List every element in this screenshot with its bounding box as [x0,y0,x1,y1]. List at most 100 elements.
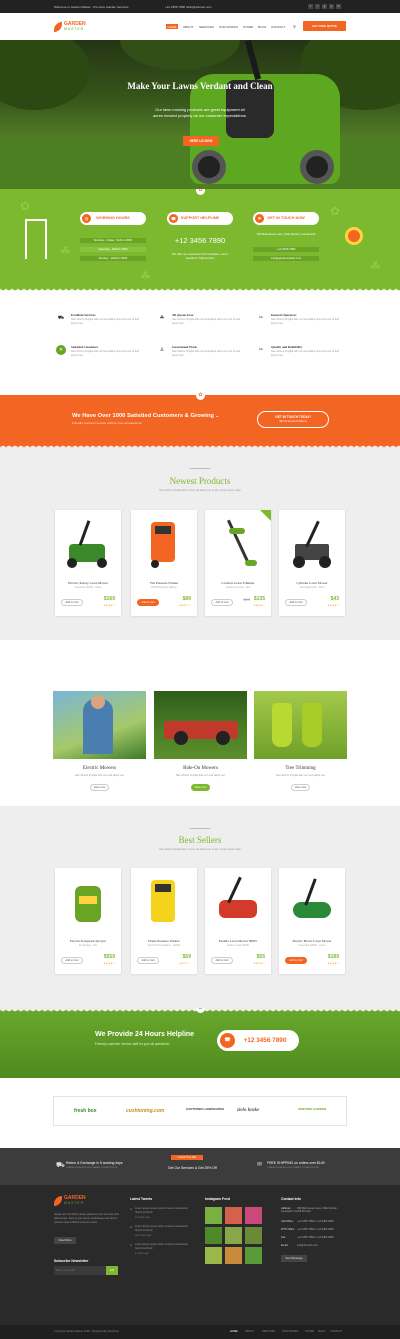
instagram-thumb[interactable] [205,1247,222,1264]
brand-logos: fresh box cushioning.com CAPTURED LANDSC… [53,1096,347,1126]
instagram-thumb[interactable] [205,1227,222,1244]
hero-cta-button[interactable]: HERE US NOW [183,136,219,146]
category-image [254,691,347,759]
get-in-touch-button[interactable]: GET IN TOUCH TODAY! We'll fix all your P… [257,411,329,428]
nav-home[interactable]: HOME [166,24,178,29]
product-name[interactable]: Cylinder Lawn Mower [279,581,345,585]
add-to-cart-button[interactable]: Add to Cart [61,957,83,964]
product-name[interactable]: Electric Hover Lawn Mower [279,939,345,943]
instagram-thumb[interactable] [245,1247,262,1264]
footer-nav-our-works[interactable]: OUR WORKS [282,1330,298,1333]
product-card[interactable]: Yex Pressure Washer 1800W Pressure Washe… [131,510,197,616]
add-to-cart-button[interactable]: Add to Cart [137,599,159,606]
brand-logo[interactable]: fresh box [74,1108,97,1114]
leaf-icon [54,1196,62,1206]
view-more-button[interactable]: View more [191,784,210,791]
footer-nav-contact[interactable]: CONTACT [330,1330,342,1333]
nav-about[interactable]: ABOUT [183,25,193,29]
product-name[interactable]: Electric Knapsack Sprayer [55,939,121,943]
product-name[interactable]: Electric Rotary Lawn Mower [55,581,121,585]
product-card[interactable]: Electric Hover Lawn Mower Greenland 1400… [279,868,345,974]
leaf-badge-icon: ✿ [196,391,205,400]
instagram-thumb[interactable] [245,1227,262,1244]
product-image [61,874,115,930]
newsletter-email-input[interactable] [54,1266,106,1275]
add-to-cart-button[interactable]: Add to Cart [137,957,159,964]
hours-row: Saturday : 9AM to 6PM [80,247,146,252]
send-message-button[interactable]: Send Message [281,1255,307,1262]
add-to-cart-button[interactable]: Add to Cart [211,957,233,964]
twitter-icon: ● [130,1225,132,1229]
product-card[interactable]: Easimo Lawn Mower 800W Garden mower 800W… [205,868,271,974]
logo[interactable]: GARDEN MASTER [54,21,94,34]
helpline-phone-button[interactable]: ☎ +12 3456 7890 [217,1030,299,1051]
nav-our-works[interactable]: OUR WORKS [219,25,238,29]
footer-nav-about[interactable]: ABOUT [245,1330,254,1333]
product-name[interactable]: Easimo Lawn Mower 800W [205,939,271,943]
brand-logo[interactable]: zielo krake [237,1108,259,1113]
category-image [53,691,146,759]
product-meta: Greenleigh Push · 30cm [299,587,325,589]
top-contacts[interactable]: +12 3456 7890 hello@domain.com [165,5,212,9]
category-card[interactable]: Electric Mowers Nam liberto fringilla fe… [53,691,146,801]
product-card[interactable]: Electric Rotary Lawn Mower Greenland 140… [55,510,121,616]
instagram-thumb[interactable] [225,1227,242,1244]
nav-contact[interactable]: CONTACT [271,25,285,29]
product-card[interactable]: Home Pressure Washer Karcher Home Washer… [131,868,197,974]
phone-icon: ☎ [220,1033,235,1048]
get-free-quote-button[interactable]: GET FREE QUOTE [303,21,346,31]
search-icon[interactable]: ⚲ [293,24,296,29]
service-title[interactable]: Get Our Services & Get 25% Off [168,1166,217,1170]
footer-nav-services[interactable]: SERVICES [262,1330,275,1333]
google-icon[interactable]: g [322,3,327,9]
add-to-cart-button[interactable]: Add to Cart [285,957,307,964]
instagram-thumb[interactable] [245,1207,262,1224]
product-card[interactable]: Cordless Grass Trimmer Grassmart a pure … [205,510,271,616]
category-title[interactable]: Electric Mowers [53,766,146,771]
helpline-text: Friendly customer service staff for your… [95,1042,170,1046]
touch-email[interactable]: info@gardenmaster.com [253,256,319,261]
rake-icon [25,219,47,259]
hours-row: Sunday : 10AM to 5PM [80,256,146,261]
add-to-cart-button[interactable]: Add to Cart [61,599,83,606]
nav-blog[interactable]: BLOG [258,25,266,29]
read-more-button[interactable]: Read More [54,1237,76,1244]
product-name[interactable]: Home Pressure Washer [131,939,197,943]
nav-store[interactable]: STORE [243,25,253,29]
footer-nav-blog[interactable]: BLOG [318,1330,325,1333]
category-title[interactable]: Ride-On Mowers [154,766,247,771]
helpline-phone[interactable]: +12 3456 7890 [167,236,233,245]
twitter-icon[interactable]: t [315,3,320,9]
product-name[interactable]: Yex Pressure Washer [131,581,197,585]
category-title[interactable]: Tree Trimming [254,766,347,771]
brand-logo[interactable]: VENTURE GARDEN [298,1107,338,1111]
facebook-icon[interactable]: f [308,3,313,9]
add-to-cart-button[interactable]: Add to Cart [285,599,307,606]
brand-logo[interactable]: cushioning.com [126,1108,164,1114]
worker-icon: ♙ [159,347,165,353]
brand-logo[interactable]: CAPTURED LANDSCAPES [186,1107,226,1111]
product-card[interactable]: Electric Knapsack Sprayer Pro Sprayer · … [55,868,121,974]
footer-logo[interactable]: GARDEN MASTER [54,1195,94,1208]
product-name[interactable]: Cordless Grass Trimmer [205,581,271,585]
product-card[interactable]: Cylinder Lawn Mower Greenleigh Push · 30… [279,510,345,616]
footer-nav-home[interactable]: HOME [230,1330,238,1333]
instagram-thumb[interactable] [205,1207,222,1224]
instagram-thumb[interactable] [225,1247,242,1264]
touch-phone[interactable]: +12 3456 7890 [253,247,319,252]
category-card[interactable]: Tree Trimming Nam liberto fringilla feli… [254,691,347,801]
subscribe-button[interactable]: GO [106,1266,118,1275]
nav-services[interactable]: SERVICES [199,25,214,29]
rating-stars: ★★★★☆ [103,962,115,965]
view-more-button[interactable]: View more [90,784,109,791]
pinterest-icon[interactable]: p [329,3,334,9]
view-more-button[interactable]: View more [291,784,310,791]
category-text: Nam liberto fringilla felis orci sed ali… [74,774,125,777]
instagram-thumb[interactable] [225,1207,242,1224]
linkedin-icon[interactable]: in [336,3,341,9]
add-to-cart-button[interactable]: Add to Cart [211,599,233,606]
category-card[interactable]: Ride-On Mowers Nam liberto fringilla fel… [154,691,247,801]
footer-nav-store[interactable]: STORE [305,1330,314,1333]
site-header: GARDEN MASTER HOME ABOUT SERVICES OUR WO… [0,13,400,40]
service-title: FREE SHIPPING on orders over $149 [267,1161,325,1165]
